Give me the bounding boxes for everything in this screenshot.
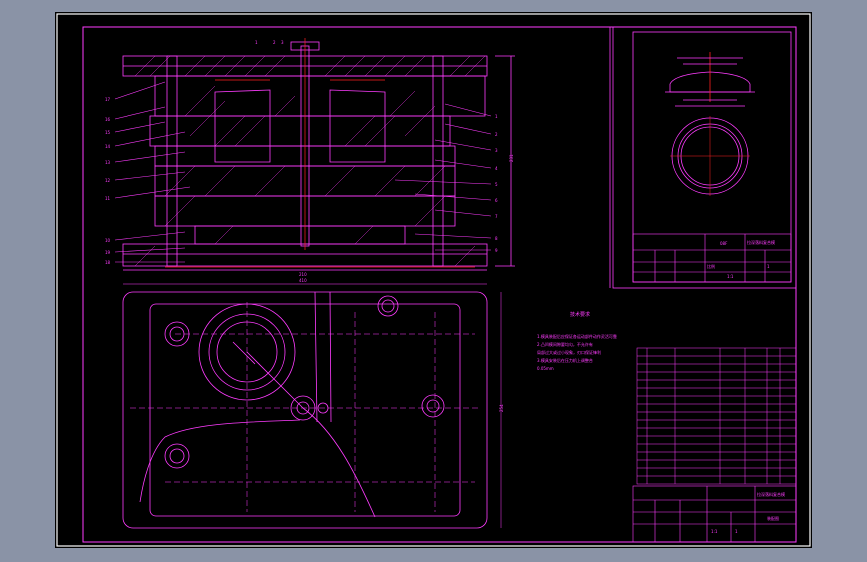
drawing-number: 装配图 [767, 515, 779, 521]
drawing-sheet: 1 [735, 529, 738, 534]
tech-note-4: 3.模具安装后在压力机上调整合 [537, 357, 593, 363]
part-material: 08F [720, 241, 728, 246]
plan-view [122, 291, 488, 529]
callout-14: 14 [105, 144, 111, 149]
callout-t1: 1 [255, 40, 258, 45]
tech-note-2: 2.凸凹模间隙要均匀，不允许有 [537, 341, 593, 347]
drawing-name: 拉深落料复合模 [757, 491, 785, 497]
dim-width: 210 [299, 272, 307, 277]
left-callout-labels: 17 16 15 14 13 12 11 10 19 18 [105, 97, 111, 265]
tech-requirements-title: 技术要求 [570, 311, 590, 318]
right-callout-labels: 1 2 3 4 5 6 7 8 9 [495, 114, 498, 253]
callout-t2: 2 [273, 40, 276, 45]
callout-r9: 9 [495, 248, 498, 253]
part-scale: 1:1 [727, 274, 734, 279]
tech-note-3: 局部过大或过小现象，刃口保证锋利 [537, 349, 601, 355]
tech-note-1: 1.模具装配后应保证各运动部件动作灵活可靠 [537, 333, 617, 339]
dim-plan-height: 254 [499, 404, 504, 412]
callout-r1: 1 [495, 114, 498, 119]
callout-13: 13 [105, 160, 111, 165]
callout-16: 16 [105, 117, 111, 122]
bill-of-materials [636, 347, 797, 485]
part-drawing [612, 26, 797, 289]
callout-r8: 8 [495, 236, 498, 241]
cad-drawing: 17 16 15 14 13 12 11 10 19 18 1 2 3 4 5 … [56, 13, 811, 547]
drawing-frame [82, 26, 797, 543]
callout-10: 10 [105, 238, 111, 243]
callout-18: 18 [105, 260, 111, 265]
cad-viewport[interactable]: 17 16 15 14 13 12 11 10 19 18 1 2 3 4 5 … [55, 12, 812, 548]
part-qty: 1 [767, 264, 770, 269]
callout-15: 15 [105, 130, 111, 135]
dim-plan-width: 410 [299, 278, 307, 283]
dim-height: 231 [509, 154, 514, 162]
tech-note-5: 0.05mm [537, 366, 554, 371]
callout-11: 11 [105, 196, 111, 201]
part-name: 拉深落料复合模 [747, 239, 775, 245]
drawing-scale: 1:1 [711, 529, 718, 534]
callout-12: 12 [105, 178, 111, 183]
callout-r6: 6 [495, 198, 498, 203]
leaders [114, 81, 492, 263]
callout-r2: 2 [495, 132, 498, 137]
section-view [122, 38, 515, 271]
part-scale-label: 比例 [707, 263, 715, 269]
bom-frame [636, 347, 797, 485]
callout-t3: 3 [281, 40, 284, 45]
callout-r5: 5 [495, 182, 498, 187]
callout-r3: 3 [495, 148, 498, 153]
callout-19: 19 [105, 250, 111, 255]
top-callout-labels: 1 2 3 [255, 40, 284, 45]
callout-r7: 7 [495, 214, 498, 219]
callout-17: 17 [105, 97, 111, 102]
callout-r4: 4 [495, 166, 498, 171]
